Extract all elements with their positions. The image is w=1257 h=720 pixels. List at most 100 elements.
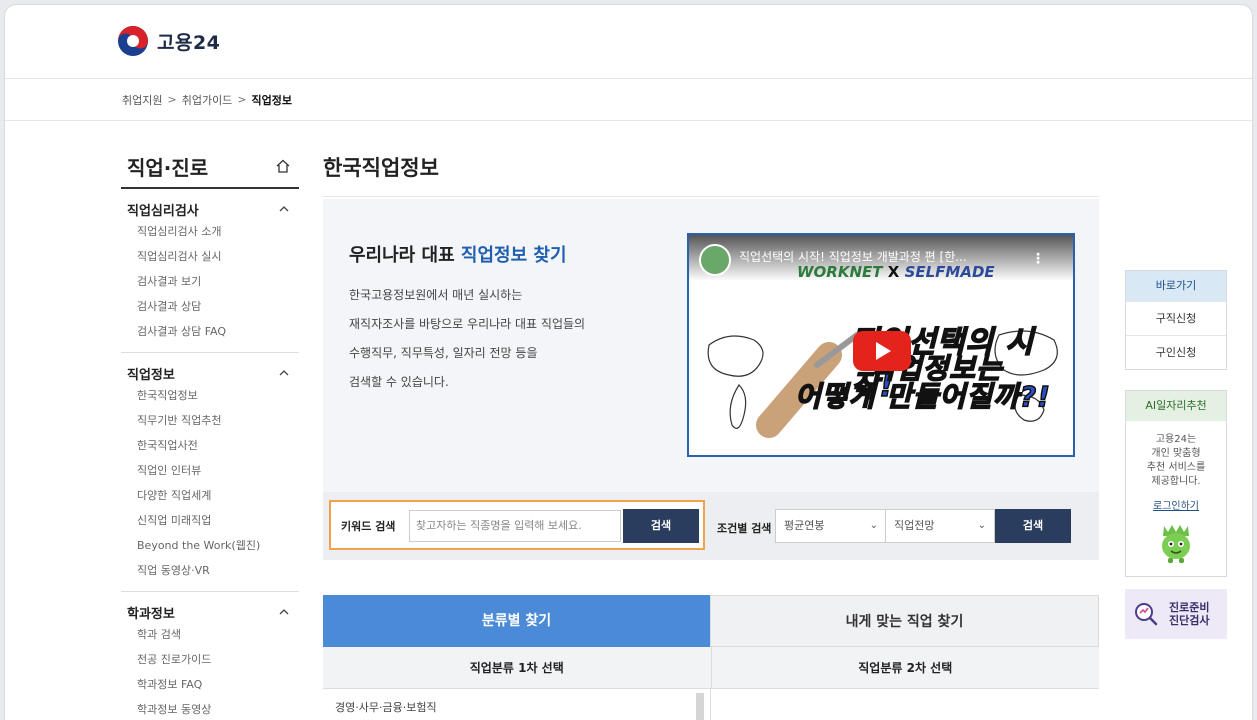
- video-brand-x: X: [887, 263, 900, 281]
- intro-heading-accent: 직업정보 찾기: [460, 245, 567, 266]
- sidebar-item[interactable]: 한국직업정보: [127, 383, 299, 408]
- sidebar: 직업·진로 직업심리검사 직업심리검사 소개 직업심리검사 실시 검사결과 보기…: [121, 145, 299, 720]
- salary-select[interactable]: 평균연봉 ⌄: [775, 509, 887, 543]
- classification-level1-header: 직업분류 1차 선택: [323, 647, 712, 688]
- sidebar-item[interactable]: 전공 진로가이드: [127, 647, 299, 672]
- sidebar-item[interactable]: 검사결과 상담: [127, 294, 299, 319]
- video-brand: WORKNET X SELFMADE: [797, 263, 995, 281]
- video-player[interactable]: 직업선택의 시작! 직업정보 개발과정 편 [한... ⋮ WORKNET X …: [687, 233, 1075, 457]
- keyword-search-button[interactable]: 검색: [623, 509, 699, 543]
- tab-by-category[interactable]: 분류별 찾기: [323, 595, 710, 653]
- sidebar-group-major-info: 학과정보 학과 검색 전공 진로가이드 학과정보 FAQ 학과정보 동영상: [121, 592, 299, 720]
- sidebar-header: 직업·진로: [121, 145, 299, 189]
- classification-level1-list: 경영·사무·금융·보험직: [323, 689, 711, 720]
- salary-select-value: 평균연봉: [784, 519, 825, 532]
- mascot-icon: [1162, 525, 1190, 563]
- sidebar-item[interactable]: 검사결과 상담 FAQ: [127, 319, 299, 344]
- sidebar-item[interactable]: 다양한 직업세계: [127, 483, 299, 508]
- logo-text: 고용24: [157, 31, 221, 54]
- sidebar-group-job-info: 직업정보 한국직업정보 직무기반 직업추천 한국직업사전 직업인 인터뷰 다양한…: [121, 353, 299, 592]
- video-brand-right: SELFMADE: [904, 263, 995, 281]
- sidebar-item[interactable]: 직업 동영상·VR: [127, 558, 299, 583]
- ai-recommend-head: AI일자리추천: [1126, 391, 1226, 421]
- intro-description: 한국고용정보원에서 매년 실시하는 재직자조사를 바탕으로 우리나라 대표 직업…: [349, 281, 669, 397]
- classification-list: 경영·사무·금융·보험직: [323, 689, 1099, 720]
- diagnosis-search-icon: [1135, 603, 1158, 626]
- search-strip: 키워드 검색 찾고자하는 직종명을 입력해 보세요. 검색 조건별 검색 평균연…: [323, 492, 1099, 560]
- sidebar-item[interactable]: 검사결과 보기: [127, 269, 299, 294]
- ai-line: 고용24는: [1155, 434, 1197, 445]
- list-item[interactable]: 경영·사무·금융·보험직: [323, 689, 710, 715]
- outlook-select-value: 직업전망: [894, 519, 935, 532]
- career-check-button[interactable]: 진로준비 진단검사: [1125, 589, 1227, 639]
- sidebar-item[interactable]: 학과정보 동영상: [127, 697, 299, 720]
- ai-recommend-text: 고용24는 개인 맞춤형 추천 서비스를 제공합니다.: [1126, 421, 1226, 489]
- sidebar-item[interactable]: 한국직업사전: [127, 433, 299, 458]
- intro-line: 검색할 수 있습니다.: [349, 375, 449, 389]
- category-tabs: 분류별 찾기 내게 맞는 직업 찾기: [323, 595, 1099, 653]
- breadcrumb-separator: >: [237, 93, 247, 106]
- page-title: 한국직업정보: [323, 145, 1099, 197]
- career-check-label: 진로준비 진단검사: [1169, 601, 1209, 627]
- outlook-select[interactable]: 직업전망 ⌄: [885, 509, 995, 543]
- keyword-search-input[interactable]: 찾고자하는 직종명을 입력해 보세요.: [409, 510, 621, 542]
- ai-line: 제공합니다.: [1151, 476, 1201, 487]
- video-overlay-line3: 어떻게 만들어질까?!: [794, 379, 1051, 414]
- classification-level2-header: 직업분류 2차 선택: [858, 661, 953, 675]
- home-icon[interactable]: [275, 158, 291, 174]
- sidebar-group-header[interactable]: 학과정보: [127, 602, 299, 622]
- keyword-search-box: 키워드 검색 찾고자하는 직종명을 입력해 보세요. 검색: [329, 500, 705, 550]
- condition-search-button[interactable]: 검색: [995, 509, 1071, 543]
- more-options-icon[interactable]: ⋮: [1031, 251, 1045, 267]
- sidebar-group-header[interactable]: 직업심리검사: [127, 199, 299, 219]
- play-icon[interactable]: [853, 331, 911, 371]
- breadcrumb-separator: >: [167, 93, 177, 106]
- sidebar-item[interactable]: 직업인 인터뷰: [127, 458, 299, 483]
- taegeuk-logo-icon: [118, 26, 148, 56]
- quick-menu-head: 바로가기: [1126, 271, 1226, 301]
- site-logo[interactable]: 고용24: [117, 25, 220, 57]
- sidebar-item[interactable]: Beyond the Work(웹진): [127, 533, 299, 558]
- login-link[interactable]: 로그인하기: [1126, 497, 1226, 512]
- breadcrumb-item-jobsupport[interactable]: 취업지원: [122, 92, 162, 108]
- sidebar-group-title: 직업정보: [127, 367, 175, 383]
- intro-panel: 우리나라 대표 직업정보 찾기 한국고용정보원에서 매년 실시하는 재직자조사를…: [323, 199, 1099, 492]
- quick-links-box: 바로가기 구직신청 구인신청: [1125, 270, 1227, 370]
- intro-line: 한국고용정보원에서 매년 실시하는: [349, 288, 523, 302]
- list-scrollbar[interactable]: [696, 693, 704, 720]
- chevron-up-icon[interactable]: [279, 607, 289, 617]
- sidebar-item[interactable]: 신직업 미래직업: [127, 508, 299, 533]
- intro-heading-prefix: 우리나라 대표: [349, 245, 461, 266]
- breadcrumb-current: 직업정보: [251, 93, 293, 107]
- site-header: 고용24: [5, 5, 1252, 79]
- sidebar-group-title: 직업심리검사: [127, 203, 199, 219]
- quick-link-job-apply[interactable]: 구직신청: [1126, 301, 1226, 335]
- channel-avatar[interactable]: [699, 244, 731, 276]
- classification-subheader: 직업분류 1차 선택 직업분류 2차 선택: [323, 647, 1099, 689]
- sidebar-group-title: 학과정보: [127, 606, 175, 622]
- keyword-search-label: 키워드 검색: [341, 520, 396, 533]
- chevron-down-icon: ⌄: [977, 520, 986, 531]
- sidebar-item[interactable]: 학과 검색: [127, 622, 299, 647]
- chevron-up-icon[interactable]: [279, 368, 289, 378]
- main-content: 한국직업정보: [323, 145, 1099, 197]
- quick-menu: 바로가기 구직신청 구인신청 AI일자리추천 고용24는 개인 맞춤형 추천 서…: [1125, 270, 1227, 639]
- breadcrumb: 취업지원 > 취업가이드 > 직업정보: [5, 79, 1252, 121]
- sidebar-item[interactable]: 직업심리검사 실시: [127, 244, 299, 269]
- breadcrumb-item-jobguide[interactable]: 취업가이드: [182, 92, 233, 108]
- ai-line: 추천 서비스를: [1146, 462, 1206, 473]
- video-brand-left: WORKNET: [797, 263, 883, 281]
- ai-line: 개인 맞춤형: [1151, 448, 1201, 459]
- sidebar-item[interactable]: 직무기반 직업추천: [127, 408, 299, 433]
- career-check-line1: 진로준비: [1169, 601, 1210, 614]
- sidebar-item[interactable]: 직업심리검사 소개: [127, 219, 299, 244]
- sidebar-group-header[interactable]: 직업정보: [127, 363, 299, 383]
- chevron-down-icon: ⌄: [869, 520, 878, 531]
- sidebar-group-psych-test: 직업심리검사 직업심리검사 소개 직업심리검사 실시 검사결과 보기 검사결과 …: [121, 189, 299, 353]
- quick-link-hire-apply[interactable]: 구인신청: [1126, 335, 1226, 369]
- tab-find-my-job[interactable]: 내게 맞는 직업 찾기: [710, 595, 1099, 647]
- sidebar-title: 직업·진로: [127, 155, 209, 180]
- chevron-up-icon[interactable]: [279, 204, 289, 214]
- sidebar-item[interactable]: 학과정보 FAQ: [127, 672, 299, 697]
- browser-frame: 고용24 취업지원 > 취업가이드 > 직업정보 직업·진로 직업심리검사 직업…: [4, 4, 1253, 720]
